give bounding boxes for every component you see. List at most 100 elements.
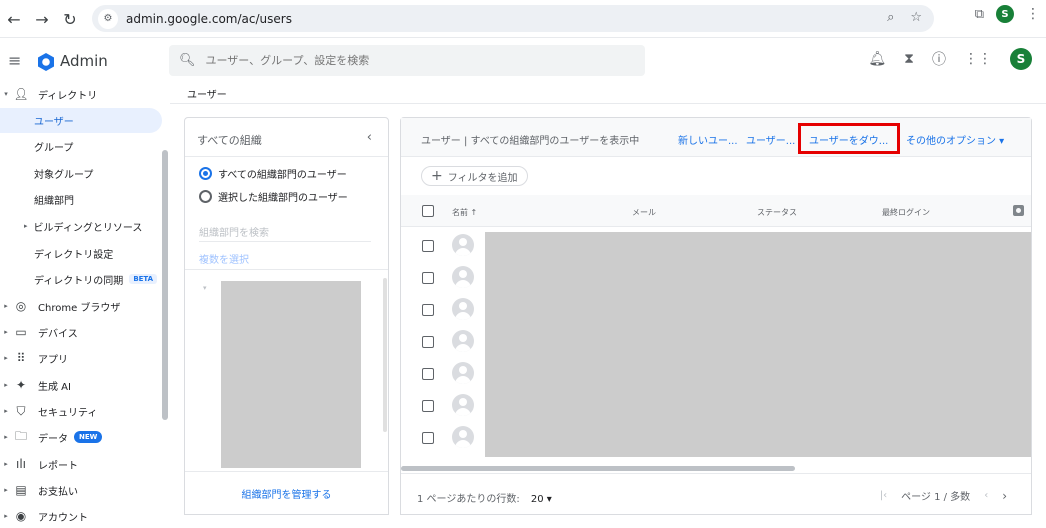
more-options-button[interactable]: その他のオプション ▾ <box>906 132 1004 147</box>
sidebar-item-users[interactable]: ユーザー <box>34 108 74 132</box>
org-panel-footer: 組織部門を管理する <box>185 471 388 515</box>
site-settings-icon[interactable]: ⚙ <box>98 8 118 29</box>
org-unit-panel: すべての組織 ‹ すべての組織部門のユーザー 選択した組織部門のユーザー 組織部… <box>184 117 389 515</box>
sidebar-item-directory-sync[interactable]: ディレクトリの同期 BETA <box>34 267 158 291</box>
user-avatar-icon <box>452 234 474 256</box>
table-row[interactable] <box>401 390 485 422</box>
sidebar-item-data[interactable]: ▸ 🗀 データ NEW <box>0 425 103 449</box>
add-filter-label: フィルタを追加 <box>447 172 518 184</box>
rows-per-page-select[interactable]: 20 ▾ <box>531 494 552 505</box>
column-header-email[interactable]: メール <box>632 207 656 218</box>
table-row[interactable] <box>401 358 485 390</box>
column-settings-gear-icon[interactable] <box>1013 205 1024 216</box>
reload-icon[interactable]: ↻ <box>56 5 84 33</box>
row-checkbox[interactable] <box>422 240 434 252</box>
app-title[interactable]: Admin <box>60 52 108 70</box>
beta-badge: BETA <box>129 274 158 284</box>
row-checkbox[interactable] <box>422 368 434 380</box>
sidebar-item-target-groups[interactable]: 対象グループ <box>34 161 93 185</box>
prev-page-icon[interactable]: ‹ <box>984 490 988 501</box>
tasks-hourglass-icon[interactable]: ⧗ <box>904 51 914 67</box>
back-arrow-icon[interactable]: ← <box>0 5 28 33</box>
sidebar-item-directory-settings[interactable]: ディレクトリ設定 <box>34 241 113 265</box>
row-checkbox[interactable] <box>422 400 434 412</box>
sidebar-item-billing[interactable]: ▸ ▤ お支払い <box>0 478 78 502</box>
sidebar-item-buildings[interactable]: ▸ ビルディングとリソース <box>24 214 142 238</box>
pager: |‹ ページ 1 / 多数 ‹ › <box>880 488 1007 504</box>
address-bar[interactable]: ⚙ admin.google.com/ac/users ⌕ ☆ <box>92 5 934 32</box>
row-checkbox[interactable] <box>422 336 434 348</box>
multi-select-link[interactable]: 複数を選択 <box>199 251 249 266</box>
column-header-last-login[interactable]: 最終ログイン <box>882 207 930 218</box>
users-table-header: 名前 ↑ メール ステータス 最終ログイン <box>401 195 1031 227</box>
extensions-icon[interactable]: ⧉ <box>975 7 984 22</box>
radio-label: すべての組織部門のユーザー <box>218 170 347 181</box>
add-new-user-button[interactable]: 新しいユー... <box>678 132 738 147</box>
highlight-annotation <box>798 123 900 154</box>
column-header-name[interactable]: 名前 ↑ <box>452 207 477 218</box>
expand-caret-icon: ▸ <box>4 381 8 389</box>
sidebar-scrollbar[interactable] <box>162 150 168 420</box>
search-input[interactable] <box>205 54 606 67</box>
page-indicator: ページ 1 / 多数 <box>901 492 971 503</box>
sidebar-item-devices[interactable]: ▸ ▭ デバイス <box>0 320 77 344</box>
sidebar-item-label: 生成 AI <box>38 381 71 393</box>
zoom-icon[interactable]: ⌕ <box>887 10 894 25</box>
divider <box>185 269 388 270</box>
sidebar-item-label: ビルディングとリソース <box>33 222 143 234</box>
next-page-icon[interactable]: › <box>1002 489 1007 503</box>
horizontal-scrollbar[interactable] <box>401 466 795 471</box>
rows-per-page-label: 1 ページあたりの行数: <box>417 494 520 505</box>
help-icon[interactable]: ⓘ <box>932 49 946 69</box>
manage-org-units-link[interactable]: 組織部門を管理する <box>185 486 388 501</box>
collapse-chevron-icon[interactable]: ‹ <box>367 130 372 145</box>
search-icon: 🔍︎ <box>179 53 196 68</box>
tree-expand-caret-icon[interactable]: ▾ <box>203 284 207 292</box>
radio-all-org-units[interactable]: すべての組織部門のユーザー <box>199 166 347 181</box>
table-row[interactable] <box>401 262 485 294</box>
sidebar-item-apps[interactable]: ▸ ⠿ アプリ <box>0 346 68 370</box>
forward-arrow-icon[interactable]: → <box>28 5 56 33</box>
browser-profile-avatar[interactable]: S <box>996 5 1014 23</box>
browser-menu-icon[interactable]: ⋮ <box>1026 6 1040 22</box>
column-header-status[interactable]: ステータス <box>757 207 797 218</box>
notifications-bell-icon[interactable]: 🔔︎ <box>868 51 886 67</box>
org-tree-scrollbar[interactable] <box>383 278 387 432</box>
admin-search[interactable]: 🔍︎ <box>169 45 645 76</box>
sidebar-item-reports[interactable]: ▸ ılı レポート <box>0 452 78 476</box>
user-avatar-icon <box>452 394 474 416</box>
admin-logo-icon[interactable] <box>36 52 56 72</box>
sidebar-item-security[interactable]: ▸ ⛉ セキュリティ <box>0 399 97 423</box>
row-checkbox[interactable] <box>422 304 434 316</box>
add-filter-button[interactable]: + フィルタを追加 <box>421 166 528 186</box>
radio-button-selected[interactable] <box>199 167 212 180</box>
table-row[interactable] <box>401 294 485 326</box>
sidebar-item-org-units[interactable]: 組織部門 <box>34 187 74 211</box>
sidebar-item-groups[interactable]: グループ <box>34 134 73 158</box>
sidebar-item-chrome[interactable]: ▸ ◎ Chrome ブラウザ <box>0 294 120 318</box>
sidebar-item-directory[interactable]: ▾ 👤︎ ディレクトリ <box>0 82 97 106</box>
apps-grid-icon[interactable]: ⋮⋮ <box>964 51 992 67</box>
table-row[interactable] <box>401 230 485 262</box>
sidebar-item-gen-ai[interactable]: ▸ ✦ 生成 AI <box>0 373 71 397</box>
devices-icon: ▭ <box>15 325 27 339</box>
org-search-field[interactable]: 組織部門を検索 <box>199 224 371 242</box>
user-action-button[interactable]: ユーザー... <box>746 132 795 147</box>
table-row[interactable] <box>401 422 485 454</box>
radio-selected-org-units[interactable]: 選択した組織部門のユーザー <box>199 189 348 204</box>
sidebar-item-label: データ <box>38 433 68 445</box>
sidebar-item-label: Chrome ブラウザ <box>38 302 121 314</box>
row-checkbox[interactable] <box>422 272 434 284</box>
account-avatar[interactable]: S <box>1010 48 1032 70</box>
main-menu-icon[interactable]: ≡ <box>8 51 21 70</box>
first-page-icon[interactable]: |‹ <box>880 490 887 501</box>
expand-caret-icon: ▸ <box>4 407 8 415</box>
radio-button[interactable] <box>199 190 212 203</box>
url-text[interactable]: admin.google.com/ac/users <box>126 12 292 26</box>
credit-card-icon: ▤ <box>15 483 27 497</box>
row-checkbox[interactable] <box>422 432 434 444</box>
table-row[interactable] <box>401 326 485 358</box>
bookmark-star-icon[interactable]: ☆ <box>910 10 922 25</box>
sidebar-item-account[interactable]: ▸ ◉ アカウント <box>0 504 88 528</box>
select-all-checkbox[interactable] <box>422 205 434 217</box>
